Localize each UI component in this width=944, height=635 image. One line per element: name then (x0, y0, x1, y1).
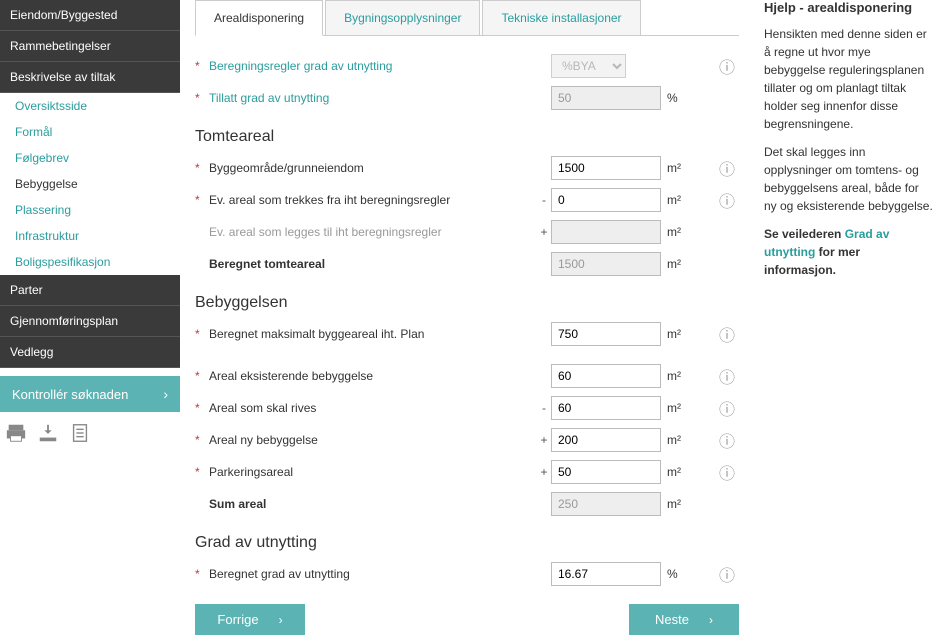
tab-tekniske[interactable]: Tekniske installasjoner (482, 0, 640, 35)
next-button[interactable]: Neste› (629, 604, 739, 635)
info-icon[interactable]: ⓘ (715, 562, 739, 586)
label-rules[interactable]: Beregningsregler grad av utnytting (209, 59, 537, 73)
nav-plassering[interactable]: Plassering (0, 197, 180, 223)
input-bygge[interactable] (551, 156, 661, 180)
label-eksist: Areal eksisterende bebyggelse (209, 369, 537, 383)
info-icon[interactable]: ⓘ (715, 460, 739, 484)
info-icon[interactable]: ⓘ (715, 156, 739, 180)
nav-folgebrev[interactable]: Følgebrev (0, 145, 180, 171)
control-button[interactable]: Kontrollér søknaden › (0, 376, 180, 412)
chevron-right-icon: › (163, 386, 168, 402)
input-allowed[interactable] (551, 86, 661, 110)
label-allowed[interactable]: Tillatt grad av utnytting (209, 91, 537, 105)
nav-parter[interactable]: Parter (0, 275, 180, 306)
section-bebyg: Bebyggelsen (195, 294, 739, 312)
chevron-right-icon: › (709, 613, 713, 627)
section-grad: Grad av utnytting (195, 534, 739, 552)
nav-eiendom[interactable]: Eiendom/Byggested (0, 0, 180, 31)
input-rives[interactable] (551, 396, 661, 420)
nav-infrastruktur[interactable]: Infrastruktur (0, 223, 180, 249)
label-bygge: Byggeområde/grunneiendom (209, 161, 537, 175)
nav-bebyggelse[interactable]: Bebyggelse (0, 171, 180, 197)
info-icon[interactable]: ⓘ (715, 428, 739, 452)
print-icon[interactable] (5, 422, 27, 444)
nav-gjennom[interactable]: Gjennomføringsplan (0, 306, 180, 337)
nav-beskrivelse[interactable]: Beskrivelse av tiltak (0, 62, 180, 93)
info-icon[interactable]: ⓘ (715, 396, 739, 420)
input-maks[interactable] (551, 322, 661, 346)
required-star: * (195, 91, 203, 105)
label-rives: Areal som skal rives (209, 401, 537, 415)
nav-oversikt[interactable]: Oversiktsside (0, 93, 180, 119)
unit: % (661, 91, 685, 105)
info-icon[interactable]: ⓘ (715, 364, 739, 388)
info-icon[interactable]: ⓘ (715, 188, 739, 212)
main-content: Arealdisponering Bygningsopplysninger Te… (180, 0, 754, 635)
input-sum (551, 492, 661, 516)
input-ny[interactable] (551, 428, 661, 452)
section-tomt: Tomteareal (195, 128, 739, 146)
help-p1: Hensikten med denne siden er å regne ut … (764, 25, 934, 133)
download-icon[interactable] (37, 422, 59, 444)
sidebar: Eiendom/Byggested Rammebetingelser Beskr… (0, 0, 180, 635)
chevron-right-icon: › (279, 613, 283, 627)
label-beregnet-tomt: Beregnet tomteareal (209, 257, 537, 271)
prev-button[interactable]: Forrige› (195, 604, 305, 635)
input-beregnet-tomt (551, 252, 661, 276)
icon-row (0, 422, 180, 444)
label-trek: Ev. areal som trekkes fra iht beregnings… (209, 193, 537, 207)
input-grad[interactable] (551, 562, 661, 586)
required-star: * (195, 59, 203, 73)
document-icon[interactable] (69, 422, 91, 444)
input-park[interactable] (551, 460, 661, 484)
help-title: Hjelp - arealdisponering (764, 0, 934, 15)
label-grad: Beregnet grad av utnytting (209, 567, 537, 581)
label-legg: Ev. areal som legges til iht beregningsr… (209, 225, 537, 239)
select-rules[interactable]: %BYA (551, 54, 626, 78)
tab-bygning[interactable]: Bygningsopplysninger (325, 0, 480, 35)
nav-formal[interactable]: Formål (0, 119, 180, 145)
help-p3: Se veilederen Grad av utnytting for mer … (764, 225, 934, 279)
tabs: Arealdisponering Bygningsopplysninger Te… (195, 0, 739, 36)
info-icon[interactable]: ⓘ (715, 54, 739, 78)
nav-bolig[interactable]: Boligspesifikasjon (0, 249, 180, 275)
input-eksist[interactable] (551, 364, 661, 388)
nav-vedlegg[interactable]: Vedlegg (0, 337, 180, 368)
label-park: Parkeringsareal (209, 465, 537, 479)
label-sum: Sum areal (209, 497, 537, 511)
info-icon[interactable]: ⓘ (715, 322, 739, 346)
input-trek[interactable] (551, 188, 661, 212)
input-legg[interactable] (551, 220, 661, 244)
label-maks: Beregnet maksimalt byggeareal iht. Plan (209, 327, 537, 341)
help-panel: Hjelp - arealdisponering Hensikten med d… (754, 0, 944, 635)
label-ny: Areal ny bebyggelse (209, 433, 537, 447)
help-p2: Det skal legges inn opplysninger om tomt… (764, 143, 934, 215)
nav-ramme[interactable]: Rammebetingelser (0, 31, 180, 62)
tab-areal[interactable]: Arealdisponering (195, 0, 323, 36)
control-label: Kontrollér søknaden (12, 387, 128, 402)
